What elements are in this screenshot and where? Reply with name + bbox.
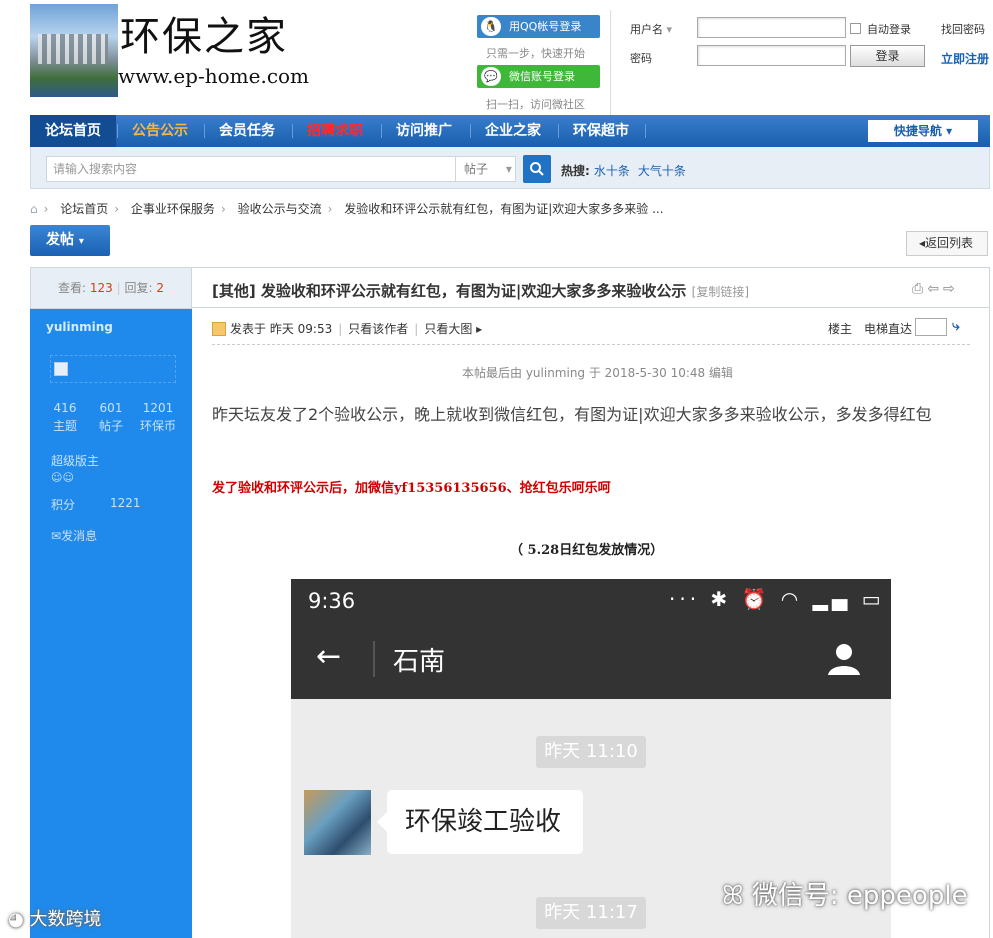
post-body: 昨天坛友发了2个验收公示，晚上就收到微信红包，有图为证|欢迎大家多多来验收公示，…: [212, 405, 932, 424]
thread-stats: 查看: 123 | 回复: 2: [30, 267, 192, 309]
only-author-link[interactable]: 只看该作者: [348, 322, 408, 336]
logo-title[interactable]: 环保之家: [120, 4, 288, 62]
nav-item-member-tasks[interactable]: 会员任务: [204, 115, 290, 147]
wechat-icon: 💬: [481, 67, 501, 86]
register-link[interactable]: 立即注册: [941, 50, 989, 67]
big-image-link[interactable]: 只看大图: [424, 322, 472, 336]
back-arrow-icon: ←: [316, 639, 342, 674]
breadcrumb-item[interactable]: 论坛首页: [60, 202, 108, 216]
status-icons: ··· ✱ ⏰ ◠ ▂▄ ▭: [669, 587, 885, 611]
author-name[interactable]: yulinming: [46, 320, 113, 334]
hot-search: 热搜: 水十条 大气十条: [561, 164, 686, 178]
search-input[interactable]: 请输入搜索内容: [46, 156, 456, 182]
search-icon: [530, 162, 544, 176]
breadcrumb: ⌂ › 论坛首页 › 企事业环保服务 › 验收公示与交流 › 发验收和环评公示就有红包，…: [30, 202, 664, 216]
header-divider: [610, 10, 611, 115]
chevron-down-icon: ▾: [666, 23, 673, 36]
password-input[interactable]: [697, 45, 846, 66]
person-icon: [828, 644, 860, 675]
qq-icon: 🐧: [481, 17, 501, 36]
logo-url[interactable]: www.ep-home.com: [118, 64, 309, 88]
nav-item-home[interactable]: 论坛首页: [30, 115, 116, 147]
quick-nav-button[interactable]: 快捷导航 ▾: [868, 120, 978, 142]
login-button[interactable]: 登录: [850, 45, 925, 67]
author-stat-coins[interactable]: 1201 环保币: [138, 399, 178, 435]
next-thread-icon[interactable]: ⇨: [943, 281, 959, 297]
wechat-icon: ꕤ: [722, 881, 744, 911]
back-to-list-button[interactable]: ◂返回列表: [906, 231, 988, 256]
chat-avatar: [304, 790, 371, 855]
chat-timestamp: 昨天 11:17: [536, 897, 646, 929]
username-input[interactable]: [697, 17, 846, 38]
nav-item-jobs[interactable]: 招聘求职: [292, 115, 378, 147]
username-label: 用户名 ▾: [630, 23, 673, 36]
avatar[interactable]: [50, 355, 176, 383]
auto-login-checkbox[interactable]: [850, 23, 861, 34]
hot-search-link[interactable]: 水十条: [594, 164, 630, 178]
user-icon: [212, 322, 226, 336]
chat-bubble: 环保竣工验收: [377, 790, 583, 854]
medal-icon: ☺☺: [51, 471, 74, 484]
author-stat-posts[interactable]: 601 帖子: [92, 399, 130, 435]
nav-item-promotion[interactable]: 访问推广: [381, 115, 467, 147]
post-red-text: 发了验收和环评公示后，加微信yf15356135656、抢红包乐呵乐呵: [212, 481, 611, 496]
find-password-link[interactable]: 找回密码: [941, 21, 985, 37]
search-type-select[interactable]: 帖子 ▾: [456, 156, 516, 182]
brand-watermark: ◕ 大数跨境: [8, 909, 102, 930]
brand-logo-icon: ◕: [8, 909, 24, 930]
wechat-login-button[interactable]: 💬 微信账号登录: [477, 65, 600, 88]
elevator-label: 电梯直达: [864, 322, 913, 336]
chevron-down-icon: ▾: [946, 124, 953, 138]
chevron-down-icon: ▾: [505, 162, 512, 176]
wechat-watermark: ꕤ 微信号: eppeople: [722, 881, 968, 911]
main-nav: 论坛首页 公告公示 会员任务 招聘求职 访问推广 企业之家 环保超市 快捷导航 …: [30, 115, 990, 147]
mail-icon: ✉: [51, 529, 62, 543]
search-button[interactable]: [523, 155, 551, 183]
phone-time: 9:36: [308, 589, 356, 613]
post-meta: 发表于 昨天 09:53 | 只看该作者 | 只看大图 ▸: [212, 320, 482, 337]
broken-image-icon: [54, 362, 68, 376]
jump-icon[interactable]: ⤷: [952, 318, 968, 334]
auto-login-label[interactable]: 自动登录: [867, 21, 911, 37]
post-tools: ⎙⇦⇨: [912, 281, 959, 297]
floor-label: 楼主: [828, 322, 853, 336]
nav-item-market[interactable]: 环保超市: [558, 115, 644, 147]
copy-link[interactable]: [复制链接]: [692, 285, 749, 299]
edit-note: 本帖最后由 yulinming 于 2018-5-30 10:48 编辑: [462, 366, 733, 380]
header: 环保之家 www.ep-home.com 🐧 用QQ帐号登录 只需一步，快速开始 …: [0, 0, 993, 115]
prev-thread-icon[interactable]: ⇦: [927, 281, 943, 297]
author-stat-themes[interactable]: 416 主题: [46, 399, 84, 435]
qq-login-hint: 只需一步，快速开始: [486, 47, 585, 60]
wechat-login-hint: 扫一扫，访问微社区: [486, 98, 585, 111]
print-icon[interactable]: ⎙: [912, 281, 927, 297]
send-message-link[interactable]: ✉发消息: [51, 527, 97, 544]
breadcrumb-item[interactable]: 企事业环保服务: [131, 202, 215, 216]
image-caption: （ 5.28日红包发放情况）: [510, 543, 664, 558]
floor-jump-input[interactable]: [915, 318, 947, 336]
floor-info: 楼主 电梯直达: [828, 320, 912, 337]
post-title: [其他] 发验收和环评公示就有红包，有图为证|欢迎大家多多来验收公示 [复制链接…: [212, 282, 750, 300]
chat-contact-name: 石南: [393, 647, 446, 677]
hot-search-link[interactable]: 大气十条: [638, 164, 686, 178]
logo-image[interactable]: [30, 4, 118, 97]
qq-login-button[interactable]: 🐧 用QQ帐号登录: [477, 15, 600, 38]
breadcrumb-item[interactable]: 验收公示与交流: [238, 202, 322, 216]
home-icon: ⌂: [30, 202, 38, 216]
nav-item-announcements[interactable]: 公告公示: [117, 115, 203, 147]
password-label: 密码: [630, 52, 652, 65]
score-label: 积分: [51, 498, 76, 512]
chevron-right-icon: ▸: [476, 322, 483, 336]
breadcrumb-item[interactable]: 发验收和环评公示就有红包，有图为证|欢迎大家多多来验 ...: [344, 202, 663, 216]
chevron-down-icon: ▾: [78, 236, 84, 247]
new-post-button[interactable]: 发帖 ▾: [30, 225, 110, 256]
score-value: 1221: [110, 496, 141, 510]
author-role[interactable]: 超级版主: [51, 452, 99, 469]
search-bar: 请输入搜索内容 帖子 ▾ 热搜: 水十条 大气十条: [30, 147, 990, 189]
chat-timestamp: 昨天 11:10: [536, 736, 646, 768]
nav-item-enterprise[interactable]: 企业之家: [470, 115, 556, 147]
